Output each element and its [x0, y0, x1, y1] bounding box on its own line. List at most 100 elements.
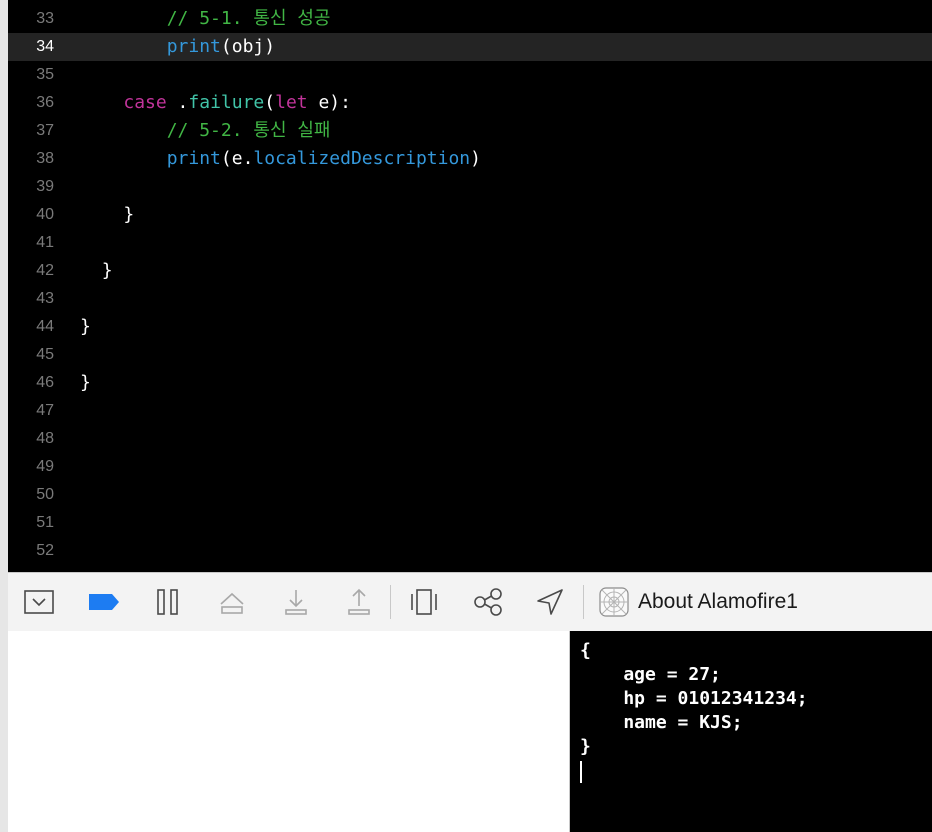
code-line[interactable]: 36 case .failure(let e):	[8, 89, 932, 117]
toolbar-separator	[390, 585, 391, 619]
code-token: case	[123, 92, 167, 113]
code-token: e):	[307, 92, 351, 113]
process-label[interactable]: About Alamofire1	[638, 573, 798, 631]
code-token: (	[264, 92, 276, 113]
pause-button[interactable]	[152, 586, 184, 618]
line-number: 51	[36, 514, 54, 531]
line-number: 42	[36, 262, 54, 279]
code-text: // 5-2. 통신 실패	[80, 117, 331, 145]
code-line[interactable]: 39	[8, 173, 932, 201]
line-number: 43	[36, 290, 54, 307]
line-number: 48	[36, 430, 54, 447]
code-line[interactable]: 34 print(obj)	[8, 33, 932, 61]
console-line: name = KJS;	[580, 712, 743, 733]
line-number: 37	[36, 122, 54, 139]
pause-icon	[157, 589, 178, 615]
code-line[interactable]: 43	[8, 285, 932, 313]
code-line[interactable]: 33 // 5-1. 통신 성공	[8, 5, 932, 33]
view-hierarchy-button[interactable]	[408, 586, 440, 618]
memory-graph-button[interactable]	[472, 586, 504, 618]
code-token: // 5-1. 통신 성공	[166, 8, 331, 29]
code-token: )	[470, 148, 481, 169]
code-text: // 5-1. 통신 성공	[80, 5, 331, 33]
step-over-button[interactable]	[216, 586, 248, 618]
code-token: // 5-2. 통신 실패	[166, 120, 331, 141]
code-text: }	[80, 201, 134, 229]
code-text: case .failure(let e):	[80, 89, 351, 117]
code-text: }	[80, 257, 113, 285]
code-token: print	[166, 36, 221, 57]
breakpoints-toggle-button[interactable]	[88, 586, 120, 618]
code-token: }	[80, 316, 91, 337]
console-line: hp = 01012341234;	[580, 688, 808, 709]
step-out-icon	[348, 588, 370, 615]
code-line[interactable]: 49	[8, 453, 932, 481]
console-line: }	[580, 736, 591, 757]
line-number: 50	[36, 486, 54, 503]
toolbar-separator	[583, 585, 584, 619]
code-line[interactable]: 50	[8, 481, 932, 509]
left-edge-strip	[0, 0, 8, 832]
code-text: }	[80, 313, 91, 341]
code-line[interactable]: 42 }	[8, 257, 932, 285]
code-token: (obj)	[220, 36, 276, 57]
step-into-icon	[285, 590, 307, 615]
app-icon	[599, 587, 629, 617]
view-hierarchy-icon	[411, 589, 437, 615]
line-number: 41	[36, 234, 54, 251]
code-line[interactable]: 48	[8, 425, 932, 453]
code-token: }	[123, 204, 135, 225]
code-text: }	[80, 369, 91, 397]
code-line[interactable]: 44}	[8, 313, 932, 341]
code-line[interactable]: 52	[8, 537, 932, 565]
hide-debug-area-icon	[24, 590, 54, 614]
code-line[interactable]: 46}	[8, 369, 932, 397]
code-line[interactable]: 35	[8, 61, 932, 89]
line-number: 40	[36, 206, 54, 223]
line-number: 33	[36, 10, 54, 27]
code-line[interactable]: 41	[8, 229, 932, 257]
code-editor[interactable]: 33 // 5-1. 통신 성공 34 print(obj) 35 36 case .…	[8, 0, 932, 572]
code-text: print(e.localizedDescription)	[80, 145, 481, 173]
code-line[interactable]: 45	[8, 341, 932, 369]
line-number: 52	[36, 542, 54, 559]
code-line[interactable]: 51	[8, 509, 932, 537]
console-output[interactable]: { age = 27; hp = 01012341234; name = KJS…	[570, 631, 932, 832]
code-token: }	[101, 260, 113, 281]
text-cursor	[580, 761, 582, 783]
step-out-button[interactable]	[343, 586, 375, 618]
line-number: 35	[36, 66, 54, 83]
code-token: let	[275, 92, 308, 113]
memory-graph-icon	[474, 588, 502, 616]
line-number: 38	[36, 150, 54, 167]
line-number: 46	[36, 374, 54, 391]
line-number: 39	[36, 178, 54, 195]
simulate-location-button[interactable]	[534, 586, 566, 618]
code-token: print	[166, 148, 221, 169]
console-line: {	[580, 640, 591, 661]
code-line[interactable]: 38 print(e.localizedDescription)	[8, 145, 932, 173]
simulate-location-icon	[537, 589, 563, 615]
code-line[interactable]: 40 }	[8, 201, 932, 229]
code-token: }	[80, 372, 91, 393]
step-into-button[interactable]	[280, 586, 312, 618]
code-line[interactable]: 37 // 5-2. 통신 실패	[8, 117, 932, 145]
app-target-button[interactable]	[598, 586, 630, 618]
code-token: failure	[188, 92, 265, 113]
line-number: 44	[36, 318, 54, 335]
hide-debug-area-button[interactable]	[23, 586, 55, 618]
code-line[interactable]: 47	[8, 397, 932, 425]
breakpoints-toggle-icon	[89, 594, 119, 610]
line-number: 49	[36, 458, 54, 475]
debug-toolbar: About Alamofire1	[8, 572, 932, 632]
code-token: .	[166, 92, 189, 113]
variables-view[interactable]	[8, 631, 569, 832]
step-over-icon	[220, 592, 244, 614]
